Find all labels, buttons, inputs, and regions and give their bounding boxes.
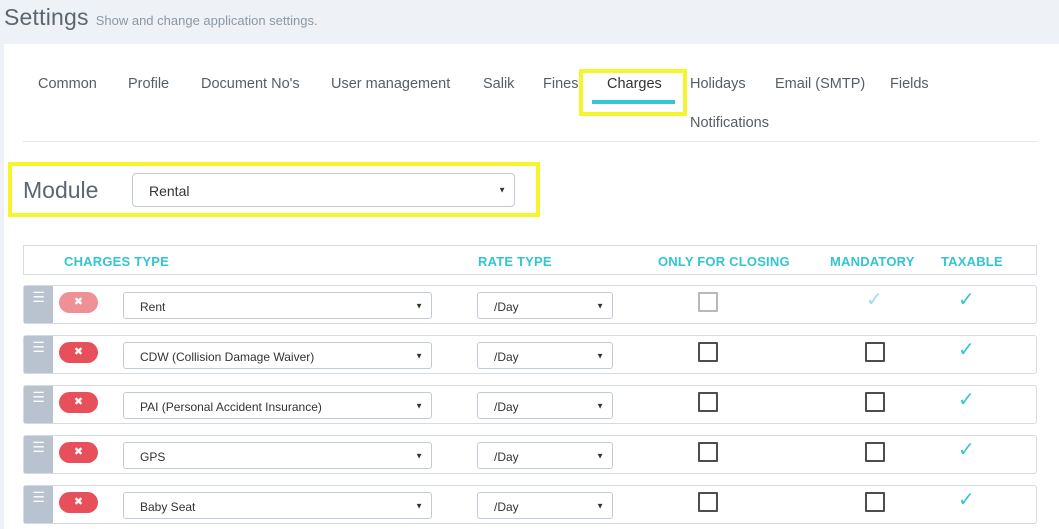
tab-user-management[interactable]: User management <box>331 76 450 92</box>
charge-type-value: Baby Seat <box>140 500 196 514</box>
col-only-for-closing: ONLY FOR CLOSING <box>658 254 790 269</box>
only-for-closing-checkbox[interactable] <box>698 292 718 312</box>
rate-type-select[interactable]: /Day ▼ <box>477 442 613 469</box>
chevron-down-icon: ▼ <box>596 501 604 510</box>
table-row: ☰ ✖ PAI (Personal Accident Insurance) ▼ … <box>23 385 1037 424</box>
rate-type-value: /Day <box>494 350 519 364</box>
taxable-check-icon[interactable]: ✓ <box>958 440 975 460</box>
charge-type-select[interactable]: Rent ▼ <box>123 292 432 319</box>
tab-salik[interactable]: Salik <box>483 76 514 92</box>
only-for-closing-checkbox[interactable] <box>698 442 718 462</box>
charge-type-select[interactable]: Baby Seat ▼ <box>123 492 432 519</box>
charge-type-value: GPS <box>140 450 166 464</box>
chevron-down-icon: ▼ <box>415 501 423 510</box>
chevron-down-icon: ▼ <box>596 351 604 360</box>
chevron-down-icon: ▼ <box>415 451 423 460</box>
settings-panel: Common Profile Document No's User manage… <box>4 44 1059 529</box>
tab-fines[interactable]: Fines <box>543 76 578 92</box>
col-mandatory: MANDATORY <box>830 254 915 269</box>
charge-type-select[interactable]: PAI (Personal Accident Insurance) ▼ <box>123 392 432 419</box>
rate-type-select[interactable]: /Day ▼ <box>477 392 613 419</box>
tab-notifications[interactable]: Notifications <box>690 115 769 131</box>
tab-email-smtp[interactable]: Email (SMTP) <box>775 76 865 92</box>
taxable-check-icon[interactable]: ✓ <box>958 340 975 360</box>
charges-table-header: CHARGES TYPE RATE TYPE ONLY FOR CLOSING … <box>23 245 1037 275</box>
chevron-down-icon: ▼ <box>415 401 423 410</box>
rate-type-select[interactable]: /Day ▼ <box>477 342 613 369</box>
tab-common[interactable]: Common <box>38 76 97 92</box>
rate-type-value: /Day <box>494 500 519 514</box>
tab-fields[interactable]: Fields <box>890 76 929 92</box>
chevron-down-icon: ▼ <box>415 351 423 360</box>
table-row: ☰ ✖ GPS ▼ /Day ▼ ✓ <box>23 435 1037 474</box>
taxable-check-icon[interactable]: ✓ <box>958 290 975 310</box>
rate-type-select[interactable]: /Day ▼ <box>477 292 613 319</box>
tab-document-nos[interactable]: Document No's <box>201 76 300 92</box>
mandatory-checkbox[interactable] <box>865 392 885 412</box>
remove-charge-button[interactable]: ✖ <box>59 292 98 313</box>
charge-type-value: PAI (Personal Accident Insurance) <box>140 400 322 414</box>
taxable-check-icon[interactable]: ✓ <box>958 490 975 510</box>
only-for-closing-checkbox[interactable] <box>698 392 718 412</box>
col-taxable: TAXABLE <box>941 254 1003 269</box>
drag-handle-icon[interactable]: ☰ <box>24 286 53 323</box>
taxable-check-icon[interactable]: ✓ <box>958 390 975 410</box>
rate-type-value: /Day <box>494 300 519 314</box>
mandatory-checkbox[interactable] <box>865 342 885 362</box>
charge-type-value: CDW (Collision Damage Waiver) <box>140 350 315 364</box>
charges-tab-highlight <box>579 69 687 116</box>
chevron-down-icon: ▼ <box>596 451 604 460</box>
remove-charge-button[interactable]: ✖ <box>59 392 98 413</box>
remove-charge-button[interactable]: ✖ <box>59 442 98 463</box>
only-for-closing-checkbox[interactable] <box>698 342 718 362</box>
drag-handle-icon[interactable]: ☰ <box>24 436 53 473</box>
drag-handle-icon[interactable]: ☰ <box>24 486 53 523</box>
table-row: ☰ ✖ CDW (Collision Damage Waiver) ▼ /Day… <box>23 335 1037 374</box>
chevron-down-icon: ▼ <box>415 301 423 310</box>
charge-type-select[interactable]: CDW (Collision Damage Waiver) ▼ <box>123 342 432 369</box>
chevron-down-icon: ▼ <box>596 301 604 310</box>
module-highlight <box>8 162 540 217</box>
only-for-closing-checkbox[interactable] <box>698 492 718 512</box>
col-charges-type: CHARGES TYPE <box>64 254 169 269</box>
tab-holidays[interactable]: Holidays <box>690 76 746 92</box>
table-row: ☰ ✖ Baby Seat ▼ /Day ▼ ✓ <box>23 485 1037 524</box>
mandatory-checkbox[interactable] <box>865 442 885 462</box>
page-subtitle: Show and change application settings. <box>95 13 318 28</box>
rate-type-value: /Day <box>494 450 519 464</box>
remove-charge-button[interactable]: ✖ <box>59 342 98 363</box>
rate-type-select[interactable]: /Day ▼ <box>477 492 613 519</box>
drag-handle-icon[interactable]: ☰ <box>24 336 53 373</box>
settings-tabs: Common Profile Document No's User manage… <box>23 72 1037 142</box>
col-rate-type: RATE TYPE <box>478 254 552 269</box>
chevron-down-icon: ▼ <box>596 401 604 410</box>
mandatory-checkbox[interactable] <box>865 492 885 512</box>
drag-handle-icon[interactable]: ☰ <box>24 386 53 423</box>
charge-type-value: Rent <box>140 300 166 314</box>
mandatory-check-icon[interactable]: ✓ <box>866 290 883 310</box>
page-header: Settings Show and change application set… <box>4 4 318 36</box>
remove-charge-button[interactable]: ✖ <box>59 492 98 513</box>
rate-type-value: /Day <box>494 400 519 414</box>
page-title: Settings <box>4 4 89 30</box>
tab-profile[interactable]: Profile <box>128 76 169 92</box>
charge-type-select[interactable]: GPS ▼ <box>123 442 432 469</box>
table-row: ☰ ✖ Rent ▼ /Day ▼ ✓ ✓ <box>23 285 1037 324</box>
